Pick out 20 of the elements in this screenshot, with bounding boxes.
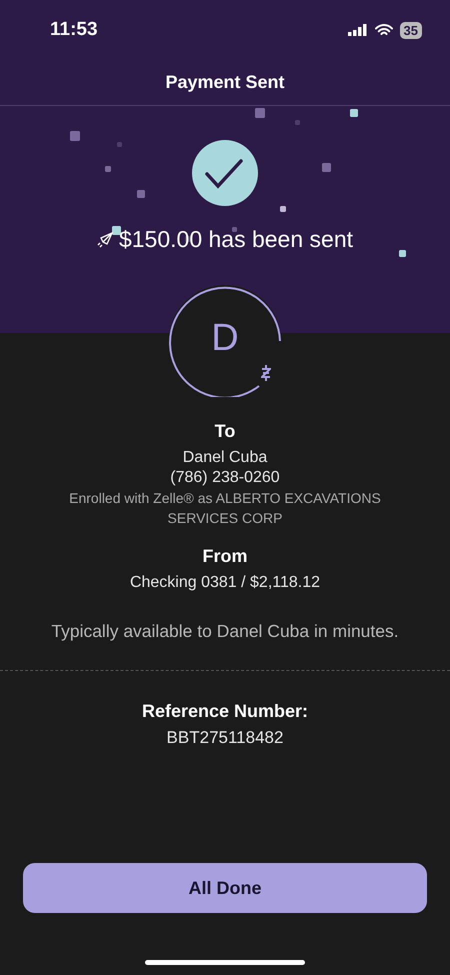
recipient-phone: (786) 238-0260 xyxy=(170,468,280,488)
recipient-name: Danel Cuba xyxy=(182,448,268,468)
availability-text: Typically available to Danel Cuba in minutes. xyxy=(50,621,400,642)
screen-title: Payment Sent xyxy=(165,72,285,93)
reference-label: Reference Number: xyxy=(142,701,308,722)
from-label: From xyxy=(202,546,248,567)
all-done-button[interactable]: All Done xyxy=(23,863,427,913)
reference-number: BBT275118482 xyxy=(166,728,284,748)
checkmark-icon xyxy=(192,140,258,206)
zelle-z-icon xyxy=(261,365,271,381)
wifi-icon xyxy=(374,24,393,36)
signal-icon xyxy=(348,24,368,36)
source-account: Checking 0381 / $2,118.12 xyxy=(130,573,320,593)
avatar-initial: D xyxy=(210,317,240,360)
enrollment-text: Enrolled with Zelle® as ALBERTO EXCAVATIONS SERVICES CORP xyxy=(68,489,382,528)
amount-sent-text: $150.00 has been sent xyxy=(118,226,354,253)
battery-level: 35 xyxy=(400,22,422,38)
paper-plane-icon xyxy=(96,232,113,248)
to-label: To xyxy=(214,421,236,442)
status-time: 11:53 xyxy=(50,19,98,41)
